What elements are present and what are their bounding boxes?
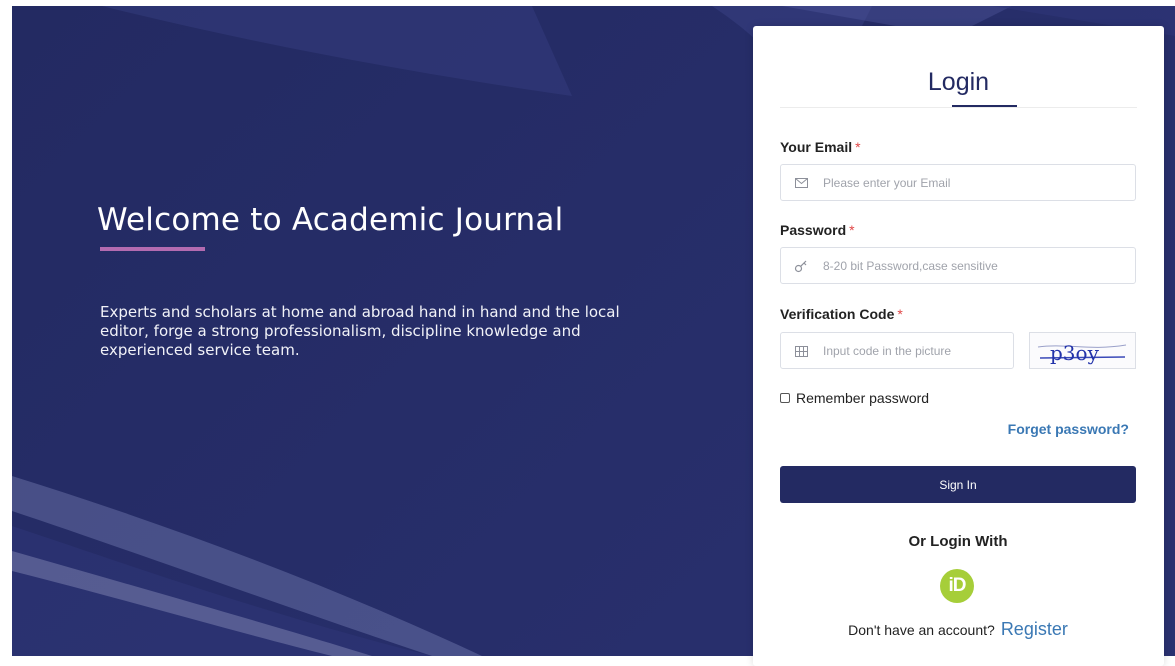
email-label-text: Your Email — [780, 139, 853, 155]
orcid-icon[interactable]: iD — [940, 569, 974, 603]
key-icon — [793, 258, 809, 274]
or-login-with: Or Login With — [908, 533, 1008, 550]
hero-title: Welcome to Academic Journal — [97, 202, 564, 238]
no-account-text: Don't have an account? — [848, 622, 995, 638]
login-card: Login Your Email* Password* Verification… — [753, 26, 1164, 666]
hero-description: Experts and scholars at home and abroad … — [100, 303, 620, 359]
envelope-icon — [793, 175, 809, 191]
email-required-mark: * — [855, 139, 861, 155]
password-field[interactable] — [780, 247, 1136, 284]
verification-label-text: Verification Code — [780, 306, 895, 322]
login-title: Login — [927, 68, 990, 96]
email-label: Your Email * — [780, 139, 861, 155]
verification-input[interactable] — [823, 333, 1003, 368]
email-input[interactable] — [823, 165, 1125, 200]
remember-label: Remember password — [796, 390, 930, 406]
remember-password[interactable]: Remember password — [780, 390, 929, 406]
verification-label: Verification Code * — [780, 306, 903, 322]
captcha-graphic: p3oy — [1037, 341, 1127, 365]
password-label-text: Password — [780, 222, 847, 238]
login-title-underline — [952, 105, 1017, 107]
captcha-text: p3oy — [1050, 341, 1100, 365]
remember-checkbox[interactable] — [780, 393, 790, 403]
password-required-mark: * — [849, 222, 855, 238]
register-link[interactable]: Register — [1001, 619, 1068, 639]
hero-title-underline — [100, 247, 205, 251]
login-card-header: Login — [780, 26, 1137, 108]
verification-field[interactable] — [780, 332, 1014, 369]
password-label: Password * — [780, 222, 855, 238]
email-field[interactable] — [780, 164, 1136, 201]
forget-password-link[interactable]: Forget password? — [1008, 421, 1129, 437]
password-input[interactable] — [823, 248, 1125, 283]
register-row: Don't have an account? Register — [780, 619, 1136, 640]
verification-required-mark: * — [897, 306, 903, 322]
sign-in-button[interactable]: Sign In — [780, 466, 1136, 503]
grid-icon — [793, 343, 809, 359]
captcha-image[interactable]: p3oy — [1029, 332, 1136, 369]
